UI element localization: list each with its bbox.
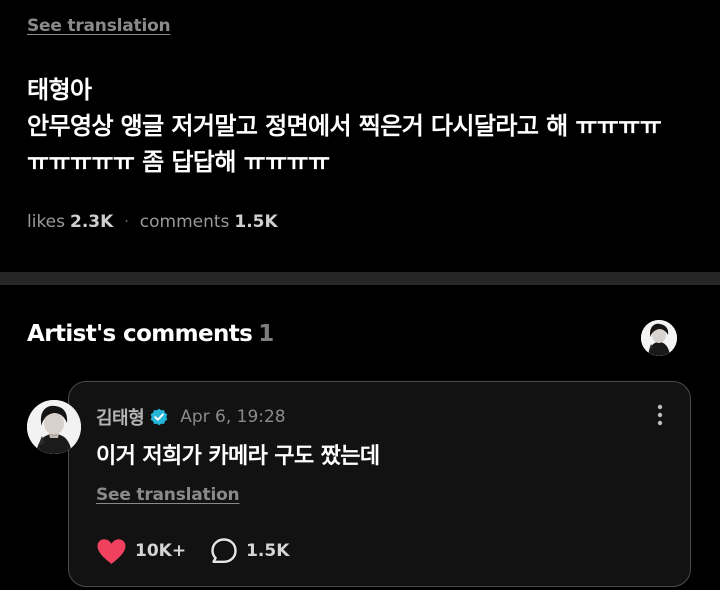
post-body: 태형아 안무영상 앵글 저거말고 정면에서 찍은거 다시달라고 해 ㅠㅠㅠㅠ ㅠ… (27, 72, 697, 180)
artist-comment-card: 김태형 Apr 6, 19:28 이거 저희가 카메라 구도 짰는데 See t… (68, 381, 691, 587)
post-body-line: 안무영상 앵글 저거말고 정면에서 찍은거 다시달라고 해 ㅠㅠㅠㅠ (27, 112, 662, 140)
artist-portrait-icon (641, 320, 677, 356)
comments-count[interactable]: 1.5K (234, 212, 277, 232)
artist-comments-count: 1 (258, 321, 274, 347)
heart-icon[interactable] (96, 538, 127, 565)
reply-button[interactable]: 1.5K (210, 537, 289, 565)
comment-actions: 10K+ 1.5K (96, 537, 289, 565)
likes-label: likes (27, 212, 66, 232)
comment-text: 이거 저희가 카메라 구도 짰는데 (96, 444, 380, 469)
artist-comments-header: Artist's comments 1 (27, 321, 274, 347)
verified-badge-icon (149, 407, 169, 427)
comment-see-translation-label[interactable]: See translation (96, 485, 240, 505)
comment-bubble-icon[interactable] (210, 537, 238, 565)
artist-portrait-icon (27, 400, 81, 454)
likes-count: 2.3K (70, 212, 114, 232)
comment-meta: 김태형 Apr 6, 19:28 (96, 404, 286, 430)
comments-label[interactable]: comments (140, 212, 230, 232)
post-stats: likes 2.3K · comments 1.5K (27, 212, 278, 232)
like-button[interactable]: 10K+ (96, 538, 186, 565)
comment-timestamp: Apr 6, 19:28 (180, 407, 286, 427)
post-see-translation-label[interactable]: See translation (27, 16, 171, 36)
comment-author-avatar[interactable] (27, 400, 81, 454)
stats-separator: · (124, 214, 129, 230)
section-divider (0, 272, 720, 285)
post-section: See translation 태형아 안무영상 앵글 저거말고 정면에서 찍은… (0, 0, 720, 272)
like-count: 10K+ (135, 541, 187, 561)
post-see-translation-link[interactable]: See translation (27, 16, 171, 36)
post-body-line: ㅠㅠㅠㅠㅠ 좀 답답해 ㅠㅠㅠㅠ (27, 148, 330, 176)
reply-count: 1.5K (246, 541, 290, 561)
comment-author-name[interactable]: 김태형 (96, 404, 145, 430)
more-options-icon[interactable] (656, 404, 664, 426)
post-body-line: 태형아 (27, 76, 92, 104)
comment-see-translation-link[interactable]: See translation (96, 485, 240, 505)
artist-comments-title: Artist's comments (27, 321, 253, 347)
artist-header-avatar[interactable] (641, 320, 677, 356)
